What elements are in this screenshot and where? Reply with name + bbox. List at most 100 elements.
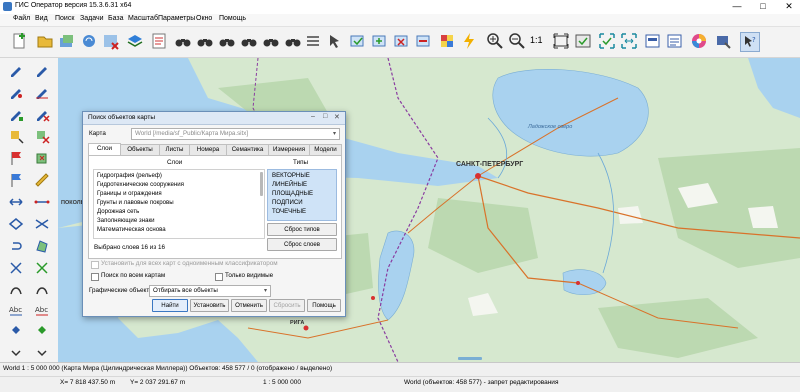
find-button[interactable]: Найти <box>152 299 188 312</box>
type-item[interactable]: ТОЧЕЧНЫЕ <box>272 208 306 215</box>
tab-models[interactable]: Модели <box>309 144 342 155</box>
edit-vertex-icon[interactable] <box>8 106 24 122</box>
layer-item[interactable]: Заполняющие знаки <box>97 217 155 224</box>
clear-selection-icon[interactable] <box>414 32 432 50</box>
layer-item[interactable]: Границы и ограждения <box>97 190 162 197</box>
rotate-icon[interactable] <box>8 260 24 276</box>
type-item[interactable]: ПОДПИСИ <box>272 199 303 206</box>
reset-button[interactable]: Сбросить <box>269 299 305 312</box>
add-selection-icon[interactable] <box>370 32 388 50</box>
layer-item[interactable]: Гидротехнические сооружения <box>97 181 184 188</box>
layer-item[interactable]: Дорожная сеть <box>97 208 139 215</box>
draw-line-icon[interactable] <box>34 84 50 100</box>
graphic-objects-select[interactable]: Отбирать все объекты ▾ <box>149 285 271 297</box>
tab-layers[interactable]: Слои <box>88 143 121 155</box>
menu-database[interactable]: База <box>108 15 124 22</box>
help-button[interactable]: Помощь <box>307 299 341 312</box>
select-cursor-icon[interactable] <box>326 32 344 50</box>
tab-numbers[interactable]: Номера <box>189 144 227 155</box>
delete-vertex-icon[interactable] <box>34 106 50 122</box>
symbol-icon[interactable] <box>8 282 24 298</box>
arrows-lr-icon[interactable] <box>8 194 24 210</box>
menu-scale[interactable]: Масштаб <box>128 15 158 22</box>
menu-window[interactable]: Окно <box>196 15 212 22</box>
tab-measurements[interactable]: Измерения <box>268 144 310 155</box>
binoculars-area-icon[interactable] <box>240 32 258 50</box>
label-curve-icon[interactable] <box>34 322 50 338</box>
color-wheel-icon[interactable] <box>690 32 708 50</box>
scale-1-1-button[interactable]: 1:1 <box>530 35 543 53</box>
undo-arc-icon[interactable] <box>8 238 24 254</box>
layers-icon[interactable] <box>126 32 144 50</box>
map-extent-icon[interactable] <box>574 32 592 50</box>
menu-search[interactable]: Поиск <box>55 15 74 22</box>
move-object-icon[interactable] <box>8 128 24 144</box>
type-item[interactable]: ПЛОЩАДНЫЕ <box>272 190 313 197</box>
flag-red-icon[interactable] <box>8 150 24 166</box>
visible-only-checkbox[interactable] <box>215 273 223 281</box>
merge-line-icon[interactable] <box>34 216 50 232</box>
types-list[interactable]: ВЕКТОРНЫЕ ЛИНЕЙНЫЕ ПЛОЩАДНЫЕ ПОДПИСИ ТОЧ… <box>267 169 337 221</box>
close-map-icon[interactable] <box>102 32 120 50</box>
lightning-icon[interactable] <box>460 32 478 50</box>
menu-parameters[interactable]: Параметры <box>158 15 195 22</box>
refresh-map-icon[interactable] <box>80 32 98 50</box>
arrows-frame-icon[interactable] <box>620 32 638 50</box>
delete-object-icon[interactable] <box>34 128 50 144</box>
pencil-line-icon[interactable] <box>34 62 50 78</box>
open-layers-icon[interactable] <box>58 32 76 50</box>
list-view-icon[interactable] <box>304 32 322 50</box>
map-select[interactable]: World [/media/sf_Public/Карта Мира.sitx]… <box>131 128 340 140</box>
select-object-icon[interactable] <box>348 32 366 50</box>
fit-window-icon[interactable] <box>552 32 570 50</box>
copy-object-icon[interactable] <box>34 150 50 166</box>
menu-help[interactable]: Помощь <box>219 15 246 22</box>
menu-view[interactable]: Вид <box>35 15 48 22</box>
ruler-icon[interactable] <box>34 172 50 188</box>
tab-objects[interactable]: Объекты <box>120 144 160 155</box>
scale-object-icon[interactable] <box>34 260 50 276</box>
flags-icon[interactable] <box>8 172 24 188</box>
cancel-button[interactable]: Отменить <box>231 299 267 312</box>
all-maps-classifier-checkbox[interactable] <box>91 261 99 269</box>
type-item[interactable]: ВЕКТОРНЫЕ <box>272 172 310 179</box>
new-map-icon[interactable] <box>10 32 28 50</box>
settings-tool-icon[interactable] <box>714 32 732 50</box>
draw-point-icon[interactable] <box>8 84 24 100</box>
layer-item[interactable]: Грунты и лавовые покровы <box>97 199 174 206</box>
type-item[interactable]: ЛИНЕЙНЫЕ <box>272 181 307 188</box>
dialog-maximize-button[interactable]: □ <box>323 113 327 120</box>
chevron-down-icon[interactable] <box>8 345 24 361</box>
binoculars-semantic-icon[interactable] <box>284 32 302 50</box>
binoculars-icon[interactable] <box>174 32 192 50</box>
minimize-button[interactable]: — <box>730 1 744 12</box>
tab-sheets[interactable]: Листы <box>159 144 190 155</box>
maximize-button[interactable]: □ <box>756 1 770 12</box>
layers-scrollbar[interactable] <box>260 172 263 196</box>
menu-file[interactable]: Файл <box>13 15 30 22</box>
help-cursor-icon[interactable]: ? <box>740 32 760 52</box>
dialog-close-button[interactable]: ✕ <box>334 113 340 121</box>
remove-selection-icon[interactable] <box>392 32 410 50</box>
text-abc-icon[interactable]: Abc <box>8 302 24 318</box>
zoom-in-icon[interactable] <box>486 32 504 50</box>
search-all-maps-checkbox[interactable] <box>91 273 99 281</box>
text-document-icon[interactable] <box>666 32 684 50</box>
label-icon[interactable] <box>8 322 24 338</box>
layer-item[interactable]: Математическая основа <box>97 226 166 233</box>
object-list-icon[interactable] <box>150 32 168 50</box>
text-abc-curve-icon[interactable]: Abc <box>34 302 50 318</box>
dialog-minimize-button[interactable]: – <box>311 113 315 120</box>
polygon-icon[interactable] <box>34 238 50 254</box>
binoculars-next-icon[interactable] <box>218 32 236 50</box>
tab-semantics[interactable]: Семантика <box>226 144 269 155</box>
binoculars-search-icon[interactable] <box>196 32 214 50</box>
symbol-alt-icon[interactable] <box>34 282 50 298</box>
map-document-icon[interactable] <box>644 32 662 50</box>
zoom-out-icon[interactable] <box>508 32 526 50</box>
menu-tasks[interactable]: Задачи <box>80 15 104 22</box>
reset-layers-button[interactable]: Сброс слоев <box>267 238 337 251</box>
layers-list[interactable]: Гидрография (рельеф) Гидротехнические со… <box>93 169 265 239</box>
chevron-down-icon[interactable] <box>34 345 50 361</box>
pencil-icon[interactable] <box>8 62 24 78</box>
